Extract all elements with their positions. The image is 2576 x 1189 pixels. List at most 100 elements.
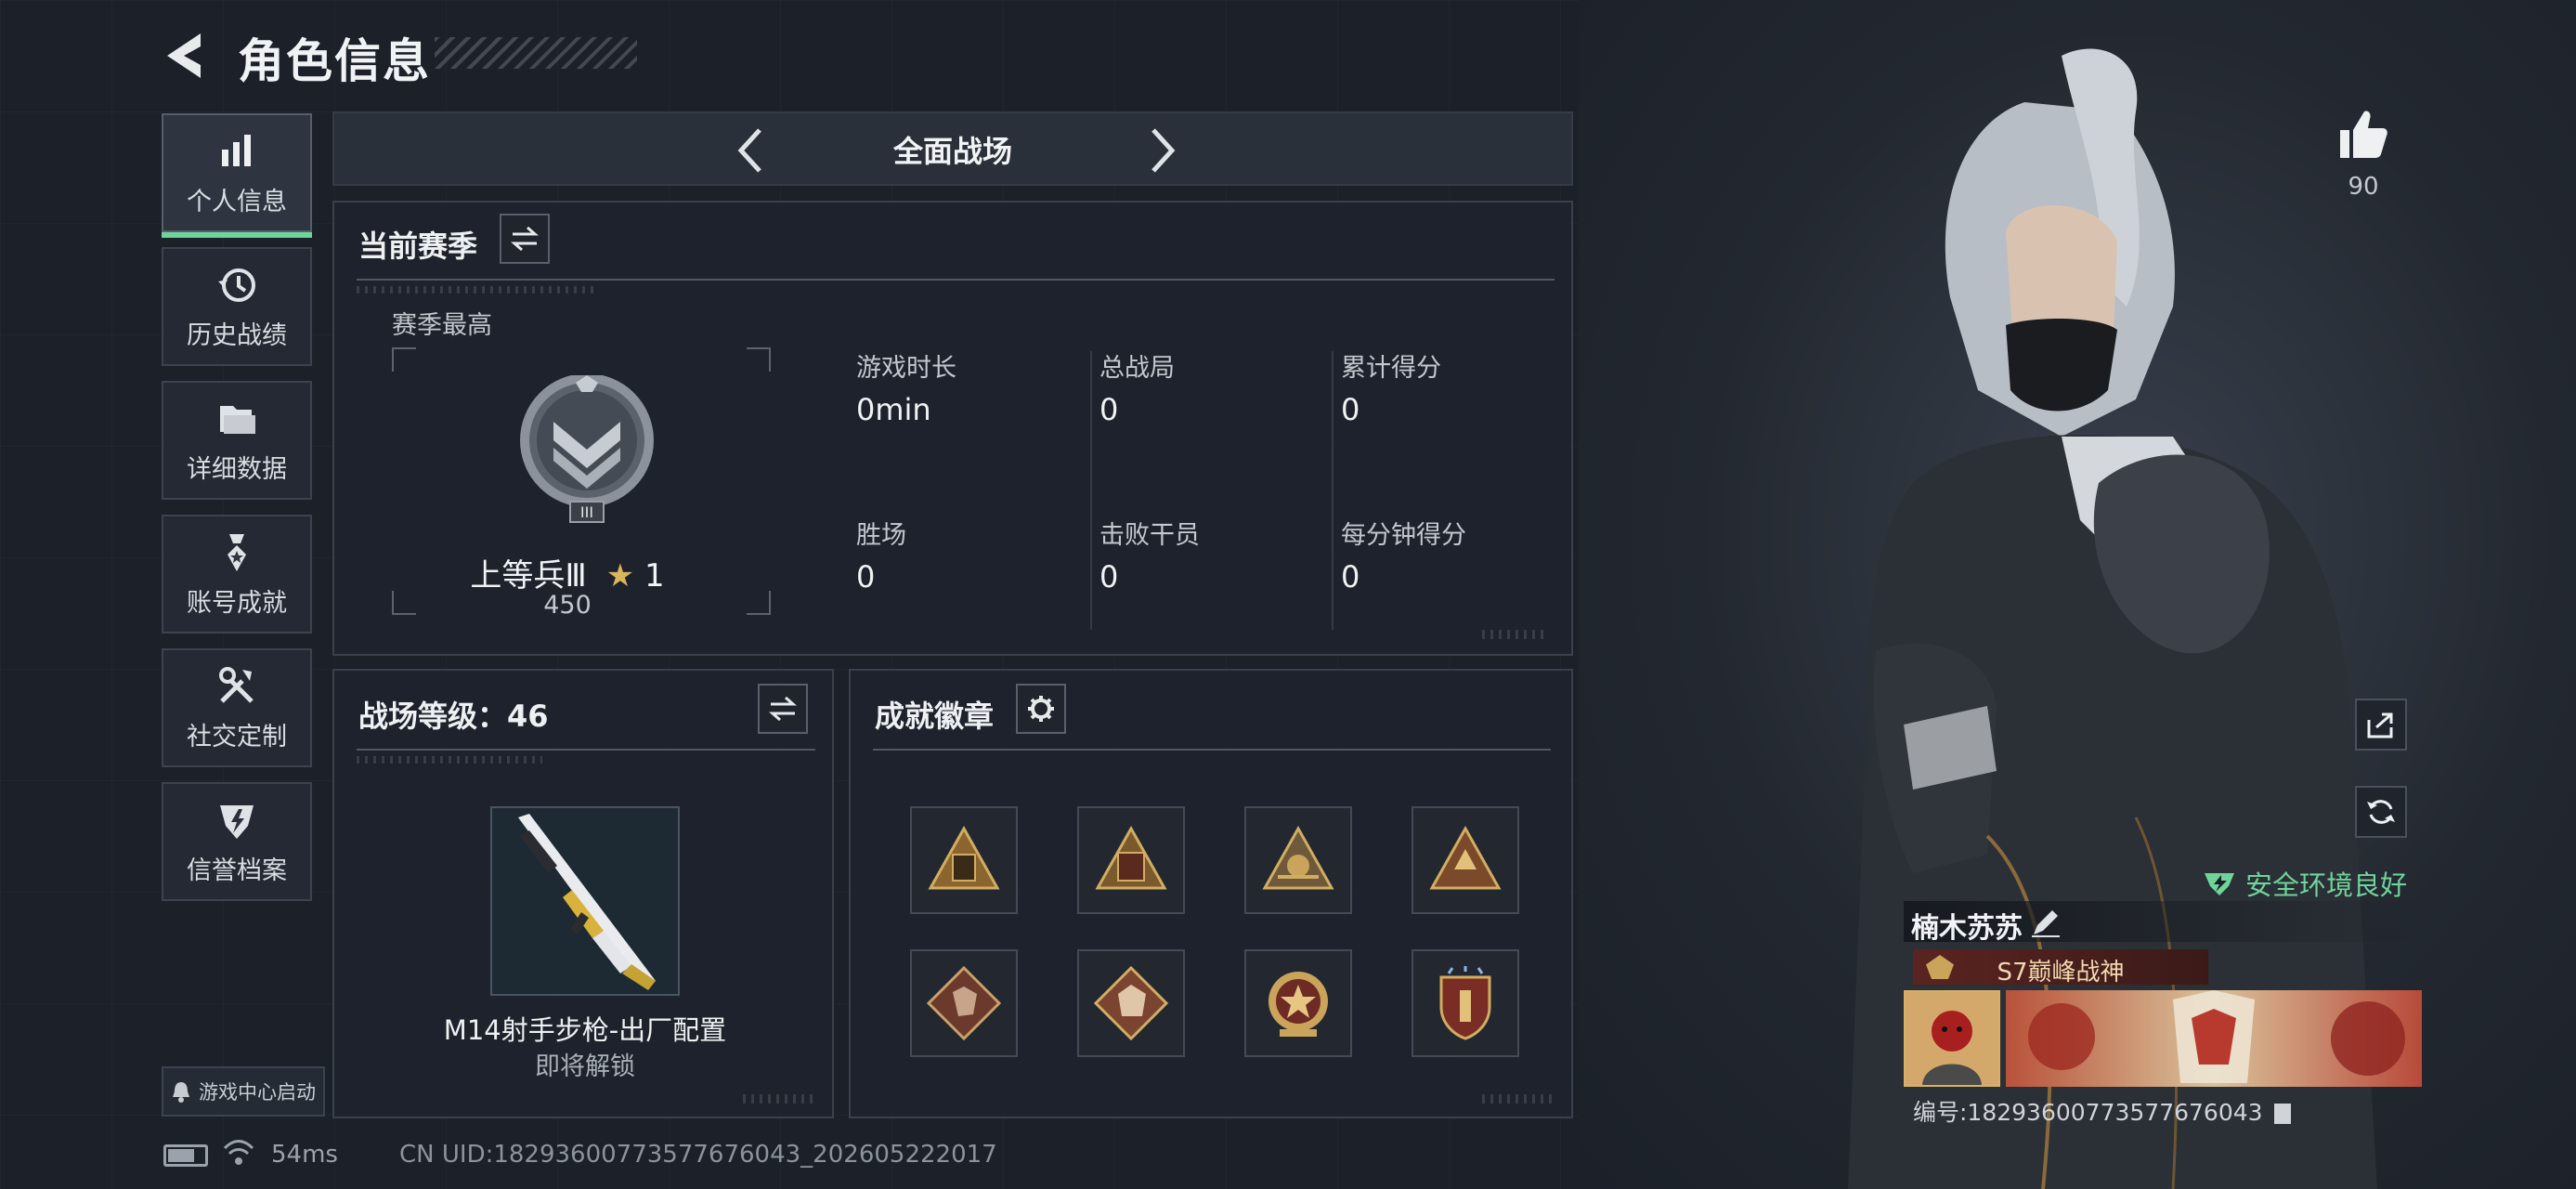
bell-icon bbox=[173, 1082, 189, 1103]
dots-decoration bbox=[1482, 630, 1547, 639]
title-badge-text: S7巅峰战神 bbox=[1997, 959, 2125, 986]
wifi-icon bbox=[223, 1140, 254, 1165]
achievement-badge[interactable] bbox=[1412, 949, 1519, 1057]
stat-value: 0 bbox=[1341, 559, 1360, 594]
badge-divider bbox=[873, 749, 1551, 751]
stat-label: 游戏时长 bbox=[856, 354, 956, 383]
rifle-icon bbox=[518, 814, 656, 990]
triangle-badge-icon bbox=[928, 825, 1000, 890]
edit-icon[interactable] bbox=[2030, 907, 2062, 938]
frame-corner bbox=[747, 347, 771, 372]
sidebar-item-social-custom[interactable]: 社交定制 bbox=[162, 648, 312, 767]
stat-label: 胜场 bbox=[856, 521, 906, 550]
diamond-wolf-badge-icon bbox=[1093, 965, 1169, 1041]
dots-decoration bbox=[1482, 1094, 1556, 1104]
achievement-title: 成就徽章 bbox=[875, 699, 995, 734]
safety-text: 安全环境良好 bbox=[2245, 869, 2408, 901]
sidebar-item-detailed-data[interactable]: 详细数据 bbox=[162, 381, 312, 500]
battery-icon bbox=[163, 1144, 208, 1167]
sidebar-item-label: 信誉档案 bbox=[187, 856, 287, 885]
share-button[interactable] bbox=[2355, 699, 2407, 751]
stat-label: 每分钟得分 bbox=[1341, 521, 1466, 550]
badge-settings-button[interactable] bbox=[1016, 684, 1066, 734]
game-center-label: 游戏中心启动 bbox=[199, 1081, 316, 1104]
mode-label: 全面战场 bbox=[892, 134, 1012, 169]
season-switch-button[interactable] bbox=[500, 214, 550, 264]
sidebar-item-label: 详细数据 bbox=[187, 454, 287, 484]
level-divider bbox=[357, 749, 815, 751]
rank-stars: 1 bbox=[644, 557, 665, 594]
season-panel: 当前赛季 赛季最高 III 上等兵Ⅲ ★ 1 450 游戏时长 0min 总战局… bbox=[332, 201, 1573, 656]
rank-name-row: 上等兵Ⅲ ★ 1 bbox=[394, 550, 741, 595]
copy-icon[interactable] bbox=[2273, 1104, 2291, 1124]
name-card-banner bbox=[2006, 990, 2422, 1087]
like-count: 90 bbox=[2348, 173, 2379, 201]
achievement-badge[interactable] bbox=[1077, 949, 1185, 1057]
stat-label: 总战局 bbox=[1099, 354, 1175, 383]
shield-badge-icon bbox=[220, 804, 254, 839]
stat-column-divider bbox=[1090, 351, 1092, 630]
refresh-button[interactable] bbox=[2355, 786, 2407, 838]
stat-value: 0 bbox=[1099, 392, 1119, 427]
ping-text: 54ms bbox=[271, 1141, 338, 1169]
sidebar-item-reputation[interactable]: 信誉档案 bbox=[162, 782, 312, 901]
stat-value: 0 bbox=[1341, 392, 1360, 427]
stat-label: 累计得分 bbox=[1341, 354, 1441, 383]
player-id: 编号:18293600773577676043 bbox=[1913, 1094, 2291, 1128]
weapon-preview[interactable] bbox=[490, 806, 680, 996]
crest-badge-icon bbox=[1439, 966, 1491, 1040]
sidebar-item-label: 个人信息 bbox=[187, 187, 287, 216]
sidebar-item-personal-info[interactable]: 个人信息 bbox=[162, 113, 312, 238]
season-title: 当前赛季 bbox=[358, 229, 478, 264]
dots-decoration bbox=[357, 756, 542, 764]
clock-history-icon bbox=[218, 268, 255, 302]
mode-selector: 全面战场 bbox=[332, 111, 1573, 186]
weapon-status: 即将解锁 bbox=[535, 1052, 635, 1081]
star-icon: ★ bbox=[605, 557, 635, 594]
dots-decoration bbox=[743, 1094, 817, 1104]
swap-icon bbox=[769, 696, 797, 722]
diamond-wolf-badge-icon bbox=[926, 965, 1002, 1041]
title-badge: S7巅峰战神 bbox=[1913, 949, 2208, 986]
rank-name: 上等兵Ⅲ bbox=[470, 557, 587, 594]
sidebar-item-label: 社交定制 bbox=[187, 722, 287, 751]
back-arrow-icon[interactable] bbox=[160, 28, 206, 84]
triangle-badge-icon bbox=[1429, 825, 1502, 890]
game-center-launch-button[interactable]: 游戏中心启动 bbox=[162, 1066, 325, 1117]
folder-icon bbox=[220, 405, 255, 434]
stat-value: 0 bbox=[1099, 559, 1119, 594]
triangle-badge-icon bbox=[1095, 825, 1167, 890]
thumbs-up-icon[interactable] bbox=[2336, 108, 2390, 162]
battlefield-level-panel: 战场等级：46 M14射手步枪-出厂配置 即将解锁 bbox=[332, 669, 834, 1118]
achievement-badge[interactable] bbox=[910, 806, 1018, 914]
achievement-badges-panel: 成就徽章 bbox=[849, 669, 1573, 1118]
stat-label: 击败干员 bbox=[1099, 521, 1200, 550]
page-title: 角色信息 bbox=[238, 34, 431, 88]
avatar-image bbox=[1906, 992, 1998, 1085]
achievement-badge[interactable] bbox=[1077, 806, 1185, 914]
avatar[interactable] bbox=[1904, 990, 2000, 1087]
uid-text: CN UID:18293600773577676043_202605222017 bbox=[399, 1141, 997, 1169]
level-switch-button[interactable] bbox=[758, 684, 808, 734]
rank-emblem-icon: III bbox=[520, 375, 654, 523]
sidebar-item-history[interactable]: 历史战绩 bbox=[162, 247, 312, 366]
sidebar-item-label: 账号成就 bbox=[187, 588, 287, 618]
achievement-badge[interactable] bbox=[1244, 949, 1352, 1057]
frame-corner bbox=[747, 591, 771, 615]
achievement-badge[interactable] bbox=[1244, 806, 1352, 914]
refresh-icon bbox=[2367, 800, 2395, 824]
stat-column-divider bbox=[1332, 351, 1334, 630]
weapon-name: M14射手步枪-出厂配置 bbox=[443, 1014, 727, 1046]
svg-text:III: III bbox=[580, 503, 593, 521]
season-best-label: 赛季最高 bbox=[392, 311, 492, 340]
bar-chart-icon bbox=[222, 134, 251, 166]
achievement-badge[interactable] bbox=[1412, 806, 1519, 914]
chevron-right-icon[interactable] bbox=[1138, 124, 1185, 176]
share-icon bbox=[2367, 712, 2393, 738]
tools-icon bbox=[219, 666, 254, 703]
gear-icon bbox=[1028, 696, 1054, 722]
sidebar-item-achievements[interactable]: 账号成就 bbox=[162, 515, 312, 634]
stat-value: 0min bbox=[856, 392, 931, 427]
star-shield-badge-icon bbox=[1268, 972, 1328, 1037]
achievement-badge[interactable] bbox=[910, 949, 1018, 1057]
